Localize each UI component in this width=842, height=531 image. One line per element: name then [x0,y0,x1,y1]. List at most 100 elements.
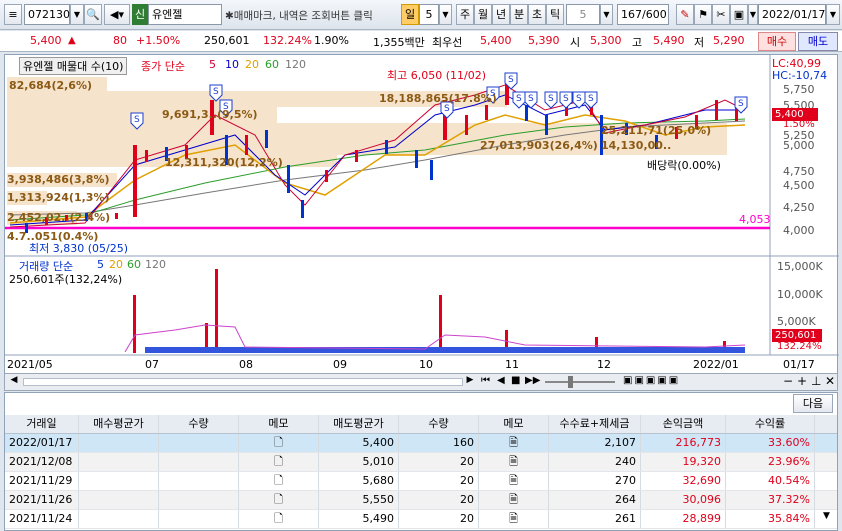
code-dropdown-arrow[interactable]: ▼ [70,4,84,25]
header-date[interactable]: 거래일 [5,415,79,433]
tool-dropdown-arrow[interactable]: ▼ [748,4,758,25]
header-pnl[interactable]: 손익금액 [641,415,726,433]
cell-fee: 270 [549,472,641,490]
zoom-slider[interactable] [545,381,615,383]
period-month-button[interactable]: 월 [474,4,492,25]
next-button[interactable]: 다음 [793,394,833,413]
header-return[interactable]: 수익률 [726,415,815,433]
memo-icon[interactable]: 🗋 [239,434,319,452]
period-year-button[interactable]: 년 [492,4,510,25]
chart-title[interactable]: 유엔젤 매물대 수(10) [19,57,128,75]
stock-name-field[interactable]: 유엔젤 [148,4,222,25]
speaker-icon[interactable]: ◀▾ [104,4,130,25]
memo-edit-icon[interactable]: 🗎 [479,434,549,452]
header-fee[interactable]: 수수료+제세금 [549,415,641,433]
date-tick-08: 08 [239,358,253,371]
scroll-track[interactable] [23,378,463,386]
header-sell-qty[interactable]: 수량 [399,415,479,433]
ma-120-label: 120 [285,58,306,71]
cell-return: 37.32% [726,491,815,509]
header-buy-qty[interactable]: 수량 [159,415,239,433]
view-option-icons[interactable]: ▣▣▣▣▣ [623,375,680,386]
table-row[interactable]: 2022/01/17 🗋 5,400 160 🗎 2,107 216,773 3… [5,434,837,453]
nav-stop-icon[interactable]: ■ [511,375,520,386]
table-header: 거래일 매수평균가 수량 메모 매도평균가 수량 메모 수수료+제세금 손익금액… [5,415,837,434]
cell-buy-qty [159,453,239,471]
zoom-slider-handle[interactable] [568,376,573,388]
date-input[interactable]: 2022/01/17 [758,4,826,25]
cell-date: 2022/01/17 [5,434,79,452]
period-week-button[interactable]: 주 [456,4,474,25]
volume-value: 250,601 [204,34,250,47]
nav-first-icon[interactable]: ⏮ [481,375,490,386]
expand-icon[interactable]: ✕ [825,374,835,388]
table-row[interactable]: 2021/11/26 🗋 5,550 20 🗎 264 30,096 37.32… [5,491,837,510]
zoom-in-icon[interactable]: + [797,374,807,388]
zoom-out-icon[interactable]: − [783,374,793,388]
chart-scrollbar[interactable]: ◀ ▶ ⏮ ◀ ■ ▶▶ ▣▣▣▣▣ − + ⊥ ✕ [4,373,838,391]
volume-value-label: 250,601주(132,24%) [9,273,123,286]
scroll-right-icon[interactable]: ▶ [463,375,477,389]
sell-button[interactable]: 매도 [798,32,838,51]
tick-value-input[interactable]: 5 [566,4,600,25]
fit-icon[interactable]: ⊥ [811,374,821,388]
scroll-left-icon[interactable]: ◀ [7,375,21,389]
memo-edit-icon[interactable]: 🗎 [479,510,549,528]
memo-icon[interactable]: 🗋 [239,491,319,509]
tool-chart-icon[interactable]: ✎ [676,4,694,25]
table-row[interactable]: 2021/11/29 🗋 5,680 20 🗎 270 32,690 40.54… [5,472,837,491]
stock-code-input[interactable]: 072130 [24,4,70,25]
date-dropdown-arrow[interactable]: ▼ [826,4,840,25]
memo-icon[interactable]: 🗋 [239,453,319,471]
nav-next-icon[interactable]: ▶▶ [525,375,540,386]
memo-edit-icon[interactable]: 🗎 [479,472,549,490]
period-minute-button[interactable]: 분 [510,4,528,25]
svg-text:S: S [588,94,594,104]
profile-label-10: 25,211,71(25,0%) [601,124,712,137]
cell-sell-avg: 5,010 [319,453,399,471]
header-buy-avg[interactable]: 매수평균가 [79,415,159,433]
chart-panel[interactable]: SSS SSS SSS SSS S 유엔젤 매물대 수(10) 종가 단순 5 … [4,54,839,374]
svg-text:S: S [738,99,744,109]
svg-text:S: S [576,94,582,104]
cell-pnl: 216,773 [641,434,726,452]
new-listing-badge: 신 [132,4,148,25]
memo-icon[interactable]: 🗋 [239,472,319,490]
save-icon[interactable]: ▣ [730,4,748,25]
cell-return: 35.84% [726,510,815,528]
table-row[interactable]: 2021/11/24 🗋 5,490 20 🗎 261 28,899 35.84… [5,510,837,529]
period-value-input[interactable]: 5 [419,4,439,25]
header-sell-memo[interactable]: 메모 [479,415,549,433]
trade-history-table: 다음 거래일 매수평균가 수량 메모 매도평균가 수량 메모 수수료+제세금 손… [4,392,838,531]
period-day-button[interactable]: 일 [401,4,419,25]
count-input[interactable]: 167/600 [617,4,669,25]
memo-icon[interactable]: 🗋 [239,510,319,528]
vol-tick-15000: 15,000K [777,260,823,273]
tick-dropdown-arrow[interactable]: ▼ [600,4,613,25]
search-icon[interactable]: 🔍 [84,4,102,25]
tool-scissors-icon[interactable]: ✂ [712,4,730,25]
period-tick-button[interactable]: 틱 [546,4,564,25]
toolbar: 072130 ≡ ▼ 🔍 ◀▾ 신 유엔젤 ✱매매마크, 내역은 조회버튼 클릭… [0,0,842,30]
table-row[interactable]: 2021/12/08 🗋 5,010 20 🗎 240 19,320 23.96… [5,453,837,472]
count-total: /600 [642,8,667,21]
cell-buy-avg [79,491,159,509]
cell-date: 2021/11/24 [5,510,79,528]
cell-buy-avg [79,472,159,490]
date-tick-0117: 01/17 [783,358,815,371]
svg-text:S: S [548,94,554,104]
header-buy-memo[interactable]: 메모 [239,415,319,433]
scroll-down-icon[interactable]: ▼ [823,511,835,525]
nav-prev-icon[interactable]: ◀ [497,375,505,386]
period-dropdown-arrow[interactable]: ▼ [439,4,452,25]
memo-edit-icon[interactable]: 🗎 [479,491,549,509]
header-sell-avg[interactable]: 매도평균가 [319,415,399,433]
open-price: 5,300 [590,34,622,47]
price-tick-4250: 4,250 [783,201,815,214]
memo-edit-icon[interactable]: 🗎 [479,453,549,471]
tool-flag-icon[interactable]: ⚑ [694,4,712,25]
menu-icon[interactable]: ≡ [4,4,22,25]
buy-button[interactable]: 매수 [758,32,796,51]
period-second-button[interactable]: 초 [528,4,546,25]
cell-buy-qty [159,434,239,452]
